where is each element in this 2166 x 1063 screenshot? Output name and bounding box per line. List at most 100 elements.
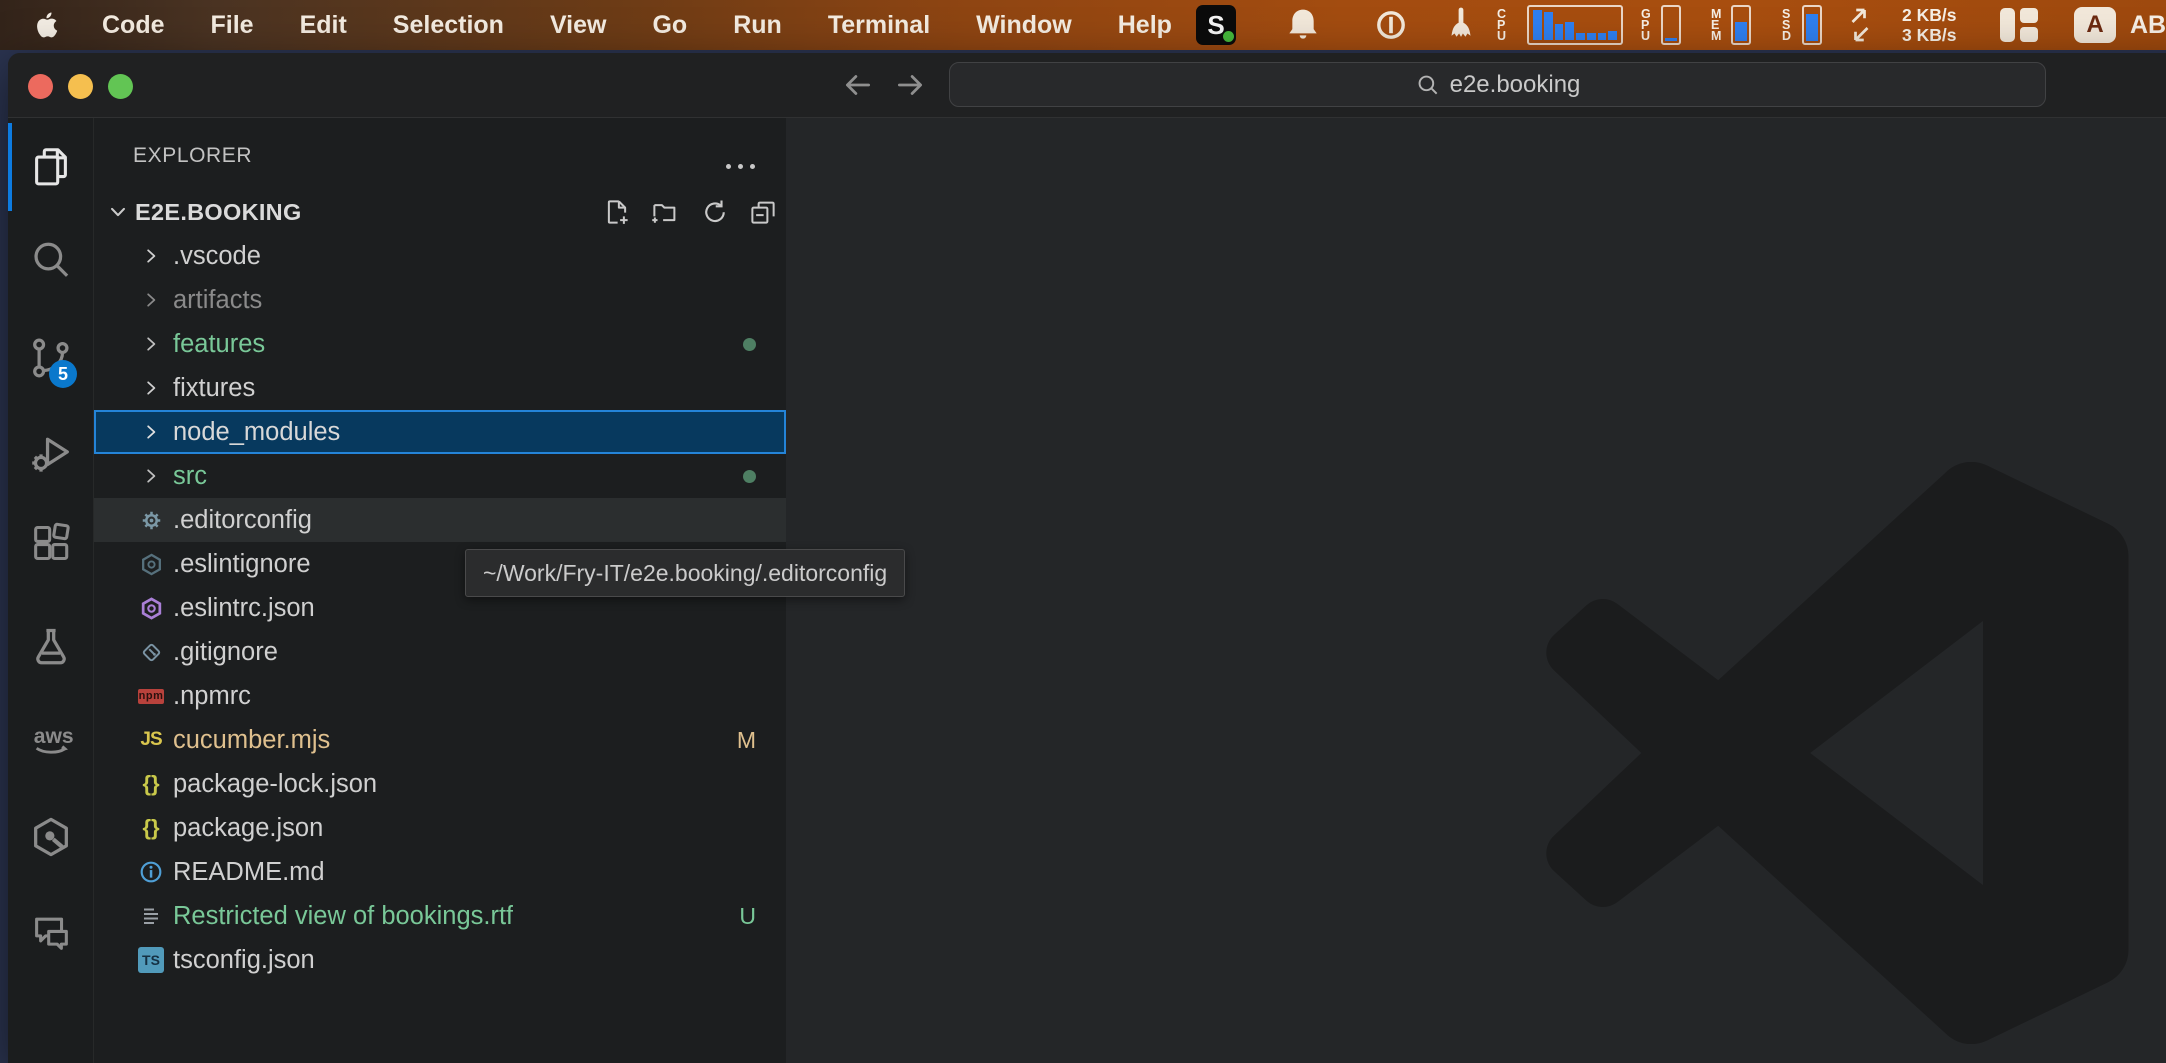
workspace-section-header[interactable]: E2E.BOOKING: [94, 190, 786, 234]
explorer-view-icon[interactable]: [28, 144, 74, 190]
navigate-forward-button[interactable]: [893, 68, 927, 102]
chevron-right-icon: [138, 423, 164, 441]
chevron-right-icon: [138, 291, 164, 309]
close-window-button[interactable]: [28, 74, 53, 99]
chevron-right-icon: [138, 335, 164, 353]
menu-item-code[interactable]: Code: [102, 11, 165, 40]
json-icon: {}: [138, 771, 164, 797]
tree-item-tsconfig[interactable]: TS tsconfig.json: [94, 938, 786, 982]
navigate-back-button[interactable]: [841, 68, 875, 102]
cpu-meter-graph[interactable]: [1527, 0, 1623, 50]
ssd-meter-label[interactable]: SSD: [1782, 0, 1793, 50]
tree-item-gitignore[interactable]: .gitignore: [94, 630, 786, 674]
notification-bell-icon[interactable]: [1283, 0, 1323, 50]
mem-meter-bar[interactable]: [1731, 0, 1751, 50]
minimize-window-button[interactable]: [68, 74, 93, 99]
js-icon: JS: [138, 729, 164, 751]
zoom-window-button[interactable]: [108, 74, 133, 99]
gpu-meter-label[interactable]: GPU: [1641, 0, 1652, 50]
vscode-logo-watermark: [1545, 462, 2130, 1044]
refresh-explorer-icon[interactable]: [700, 197, 730, 227]
tree-item-fixtures[interactable]: fixtures: [94, 366, 786, 410]
tree-item-package-json[interactable]: {} package.json: [94, 806, 786, 850]
command-center-text: e2e.booking: [1450, 71, 1581, 99]
network-speed-readout[interactable]: 2 KB/s 3 KB/s: [1902, 0, 1956, 50]
net-down-speed: 2 KB/s: [1902, 5, 1956, 25]
menu-item-window[interactable]: Window: [976, 11, 1072, 40]
extensions-view-icon[interactable]: [28, 520, 74, 566]
menu-item-view[interactable]: View: [550, 11, 607, 40]
cpu-meter-label[interactable]: CPU: [1497, 0, 1508, 50]
tree-item-src[interactable]: src: [94, 454, 786, 498]
command-center-search[interactable]: e2e.booking: [949, 62, 2046, 107]
chevron-right-icon: [138, 467, 164, 485]
net-up-speed: 3 KB/s: [1902, 25, 1956, 45]
tree-item-npmrc[interactable]: npm .npmrc: [94, 674, 786, 718]
input-source-icon[interactable]: A: [2074, 0, 2116, 50]
gpu-meter-bar[interactable]: [1661, 0, 1681, 50]
cleaner-brush-icon[interactable]: [1442, 0, 1480, 50]
network-arrows-icon[interactable]: [1848, 0, 1872, 50]
s-app-status-icon[interactable]: S: [1196, 0, 1236, 50]
tree-item-editorconfig[interactable]: .editorconfig: [94, 498, 786, 542]
active-view-indicator: [8, 123, 12, 211]
cpu-bar: [1598, 33, 1607, 40]
git-status-dot: [743, 470, 756, 483]
tree-item-readme[interactable]: README.md: [94, 850, 786, 894]
menu-item-terminal[interactable]: Terminal: [828, 11, 930, 40]
explorer-title: EXPLORER: [133, 144, 252, 168]
git-status-dot: [743, 338, 756, 351]
menu-item-run[interactable]: Run: [733, 11, 782, 40]
menu-item-go[interactable]: Go: [652, 11, 687, 40]
git-untracked-badge: U: [739, 903, 756, 930]
cpu-bar: [1565, 22, 1574, 40]
apple-menu-icon[interactable]: [34, 11, 58, 39]
workspace-name: E2E.BOOKING: [135, 199, 302, 226]
testing-view-icon[interactable]: [28, 624, 74, 670]
ts-icon: TS: [138, 947, 164, 973]
tree-item-vscode[interactable]: .vscode: [94, 234, 786, 278]
readme-info-icon: [138, 859, 164, 885]
vscode-window: e2e.booking 5: [8, 53, 2166, 1063]
source-control-badge: 5: [49, 360, 77, 388]
menu-item-selection[interactable]: Selection: [393, 11, 504, 40]
menu-item-help[interactable]: Help: [1118, 11, 1172, 40]
tree-item-features[interactable]: features: [94, 322, 786, 366]
cpu-bar: [1576, 33, 1585, 40]
cpu-bar: [1533, 10, 1542, 40]
tree-item-node-modules[interactable]: node_modules: [94, 410, 786, 454]
new-folder-icon[interactable]: [650, 197, 680, 227]
tree-item-cucumber-mjs[interactable]: JS cucumber.mjs M: [94, 718, 786, 762]
hexagon-tool-view-icon[interactable]: [28, 814, 74, 860]
mem-meter-label[interactable]: MEM: [1711, 0, 1722, 50]
chevron-right-icon: [138, 379, 164, 397]
tree-item-package-lock[interactable]: {} package-lock.json: [94, 762, 786, 806]
status-green-dot: [1223, 31, 1234, 42]
tree-item-artifacts[interactable]: artifacts: [94, 278, 786, 322]
tree-item-restricted-rtf[interactable]: Restricted view of bookings.rtf U: [94, 894, 786, 938]
git-icon: [138, 640, 164, 665]
comments-view-icon[interactable]: [28, 910, 74, 956]
menu-item-edit[interactable]: Edit: [300, 11, 347, 40]
npm-icon: npm: [138, 689, 164, 704]
cpu-bar: [1608, 31, 1617, 40]
menu-item-file[interactable]: File: [211, 11, 254, 40]
ssd-meter-bar[interactable]: [1802, 0, 1822, 50]
circle-power-status-icon[interactable]: [1374, 0, 1408, 50]
run-debug-view-icon[interactable]: [28, 430, 74, 476]
editor-area: [786, 118, 2166, 1063]
window-layout-icon[interactable]: [2000, 0, 2038, 50]
rtf-lines-icon: [138, 904, 164, 928]
collapse-folders-icon[interactable]: [748, 197, 778, 227]
search-icon: [1415, 72, 1441, 98]
aws-view-icon[interactable]: aws: [28, 717, 74, 763]
file-path-tooltip: ~/Work/Fry-IT/e2e.booking/.editorconfig: [465, 549, 905, 597]
macos-menu-bar: Code File Edit Selection View Go Run Ter…: [0, 0, 2166, 50]
explorer-more-actions-button[interactable]: [726, 164, 755, 169]
gear-icon: [138, 508, 164, 533]
new-file-icon[interactable]: [602, 197, 632, 227]
search-view-icon[interactable]: [28, 237, 74, 283]
input-source-name[interactable]: ABC: [2130, 0, 2166, 50]
cpu-bar: [1587, 33, 1596, 40]
chevron-right-icon: [138, 247, 164, 265]
